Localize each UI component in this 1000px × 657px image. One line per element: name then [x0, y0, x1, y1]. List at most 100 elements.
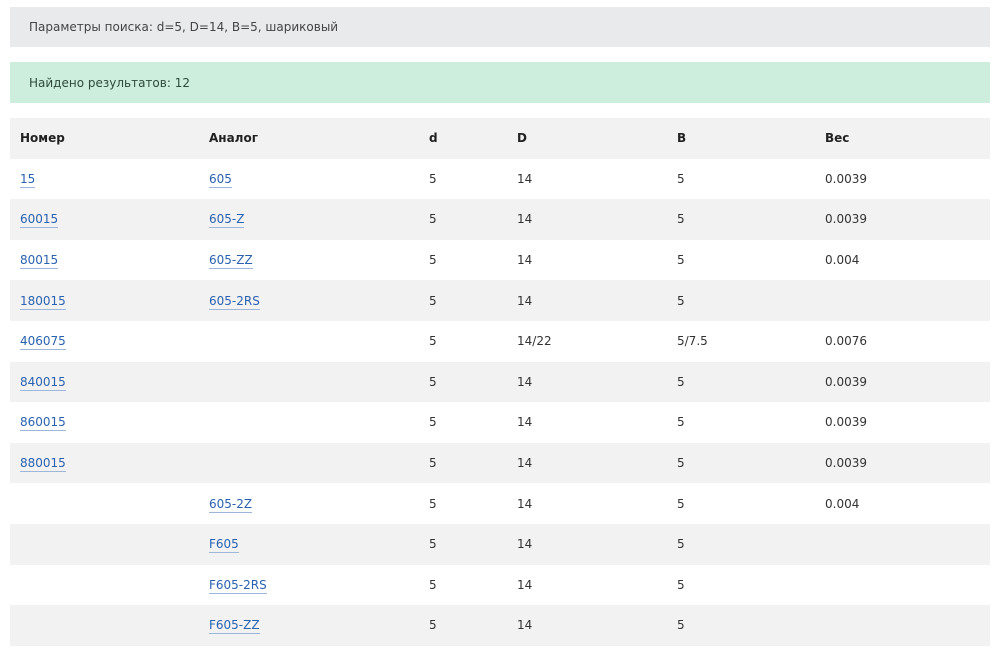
cell-weight: 0.004	[825, 239, 990, 281]
cell-d: 5	[429, 320, 517, 362]
bearing-number-link[interactable]: 406075	[20, 334, 66, 351]
cell-weight: 0.004	[825, 483, 990, 524]
cell-outer-d-value: 14	[517, 496, 533, 511]
table-row: 880015 5 14 5 0.0039	[10, 442, 990, 484]
analog-link[interactable]: 605-2RS	[209, 293, 260, 310]
cell-number: 840015	[10, 361, 209, 403]
cell-d: 5	[429, 564, 517, 606]
cell-analog: 605-Z	[209, 199, 429, 240]
cell-outer-d: 14	[517, 361, 677, 403]
cell-outer-d-value: 14	[517, 577, 533, 592]
cell-b: 5/7.5	[677, 320, 825, 362]
search-params-panel: Параметры поиска: d=5, D=14, B=5, шарико…	[10, 7, 990, 47]
analog-link[interactable]: F605-ZZ	[209, 618, 260, 635]
cell-number	[10, 564, 209, 606]
cell-weight	[825, 523, 990, 565]
table-row: F605-2RS 5 14 5	[10, 564, 990, 606]
cell-d: 5	[429, 239, 517, 281]
cell-outer-d: 14	[517, 280, 677, 321]
cell-weight	[825, 564, 990, 606]
analog-link[interactable]: 605-2Z	[209, 496, 253, 513]
header-analog: Аналог	[209, 118, 429, 159]
header-outer-d: D	[517, 118, 677, 159]
cell-weight: 0.0039	[825, 199, 990, 240]
cell-d-value: 5	[429, 618, 437, 633]
cell-analog: 605-2Z	[209, 483, 429, 524]
cell-b-value: 5	[677, 618, 685, 633]
cell-b-value: 5	[677, 496, 685, 511]
cell-d-value: 5	[429, 253, 437, 268]
table-body: 15 605 5 14 5 0.0039 60015 605-Z 5 14 5 0.0039 80015…	[10, 158, 990, 646]
cell-weight-value: 0.0039	[825, 415, 867, 430]
cell-b: 5	[677, 523, 825, 565]
cell-outer-d-value: 14	[517, 415, 533, 430]
bearing-number-link[interactable]: 880015	[20, 456, 66, 473]
cell-outer-d: 14	[517, 402, 677, 443]
bearing-number-link[interactable]: 60015	[20, 212, 59, 229]
analog-link[interactable]: 605-ZZ	[209, 253, 253, 270]
cell-weight: 0.0076	[825, 320, 990, 362]
cell-d-value: 5	[429, 496, 437, 511]
cell-weight: 0.0039	[825, 402, 990, 443]
bearing-number-link[interactable]: 15	[20, 171, 36, 188]
cell-d: 5	[429, 361, 517, 403]
cell-analog: 605-2RS	[209, 280, 429, 321]
cell-b-value: 5/7.5	[677, 334, 708, 349]
cell-d: 5	[429, 523, 517, 565]
cell-outer-d-value: 14	[517, 171, 533, 186]
cell-b: 5	[677, 199, 825, 240]
cell-d: 5	[429, 199, 517, 240]
cell-d-value: 5	[429, 212, 437, 227]
header-b: B	[677, 118, 825, 159]
cell-outer-d: 14	[517, 483, 677, 524]
cell-outer-d: 14	[517, 158, 677, 200]
bearing-number-link[interactable]: 860015	[20, 415, 66, 432]
cell-b: 5	[677, 239, 825, 281]
bearing-number-link[interactable]: 180015	[20, 293, 66, 310]
cell-number: 15	[10, 158, 209, 200]
table-header: Номер Аналог d D B Вес	[10, 118, 990, 159]
bearing-number-link[interactable]: 80015	[20, 253, 59, 270]
header-d: d	[429, 118, 517, 159]
cell-outer-d-value: 14	[517, 253, 533, 268]
header-row: Номер Аналог d D B Вес	[10, 118, 990, 159]
table-row: 605-2Z 5 14 5 0.004	[10, 483, 990, 524]
cell-analog	[209, 442, 429, 484]
cell-d-value: 5	[429, 334, 437, 349]
bearing-number-link[interactable]: 840015	[20, 374, 66, 391]
cell-analog: 605-ZZ	[209, 239, 429, 281]
table-row: F605-ZZ 5 14 5	[10, 605, 990, 646]
cell-b-value: 5	[677, 456, 685, 471]
cell-weight-value: 0.0039	[825, 171, 867, 186]
cell-analog: F605-ZZ	[209, 605, 429, 646]
analog-link[interactable]: 605	[209, 171, 232, 188]
cell-outer-d-value: 14	[517, 212, 533, 227]
table-row: F605 5 14 5	[10, 523, 990, 565]
cell-b: 5	[677, 361, 825, 403]
cell-b: 5	[677, 483, 825, 524]
cell-outer-d-value: 14	[517, 618, 533, 633]
cell-d-value: 5	[429, 171, 437, 186]
analog-link[interactable]: 605-Z	[209, 212, 245, 229]
cell-number: 80015	[10, 239, 209, 281]
analog-link[interactable]: F605-2RS	[209, 577, 267, 594]
cell-d-value: 5	[429, 415, 437, 430]
cell-b-value: 5	[677, 577, 685, 592]
cell-weight-value: 0.0039	[825, 212, 867, 227]
cell-weight: 0.0039	[825, 361, 990, 403]
cell-b-value: 5	[677, 415, 685, 430]
cell-outer-d: 14	[517, 605, 677, 646]
table-row: 15 605 5 14 5 0.0039	[10, 158, 990, 200]
cell-d: 5	[429, 158, 517, 200]
cell-b: 5	[677, 280, 825, 321]
cell-d: 5	[429, 483, 517, 524]
analog-link[interactable]: F605	[209, 537, 239, 554]
cell-d-value: 5	[429, 293, 437, 308]
header-number: Номер	[10, 118, 209, 159]
cell-number: 880015	[10, 442, 209, 484]
table-row: 840015 5 14 5 0.0039	[10, 361, 990, 403]
cell-d: 5	[429, 280, 517, 321]
cell-b: 5	[677, 158, 825, 200]
cell-b-value: 5	[677, 253, 685, 268]
cell-outer-d: 14	[517, 523, 677, 565]
